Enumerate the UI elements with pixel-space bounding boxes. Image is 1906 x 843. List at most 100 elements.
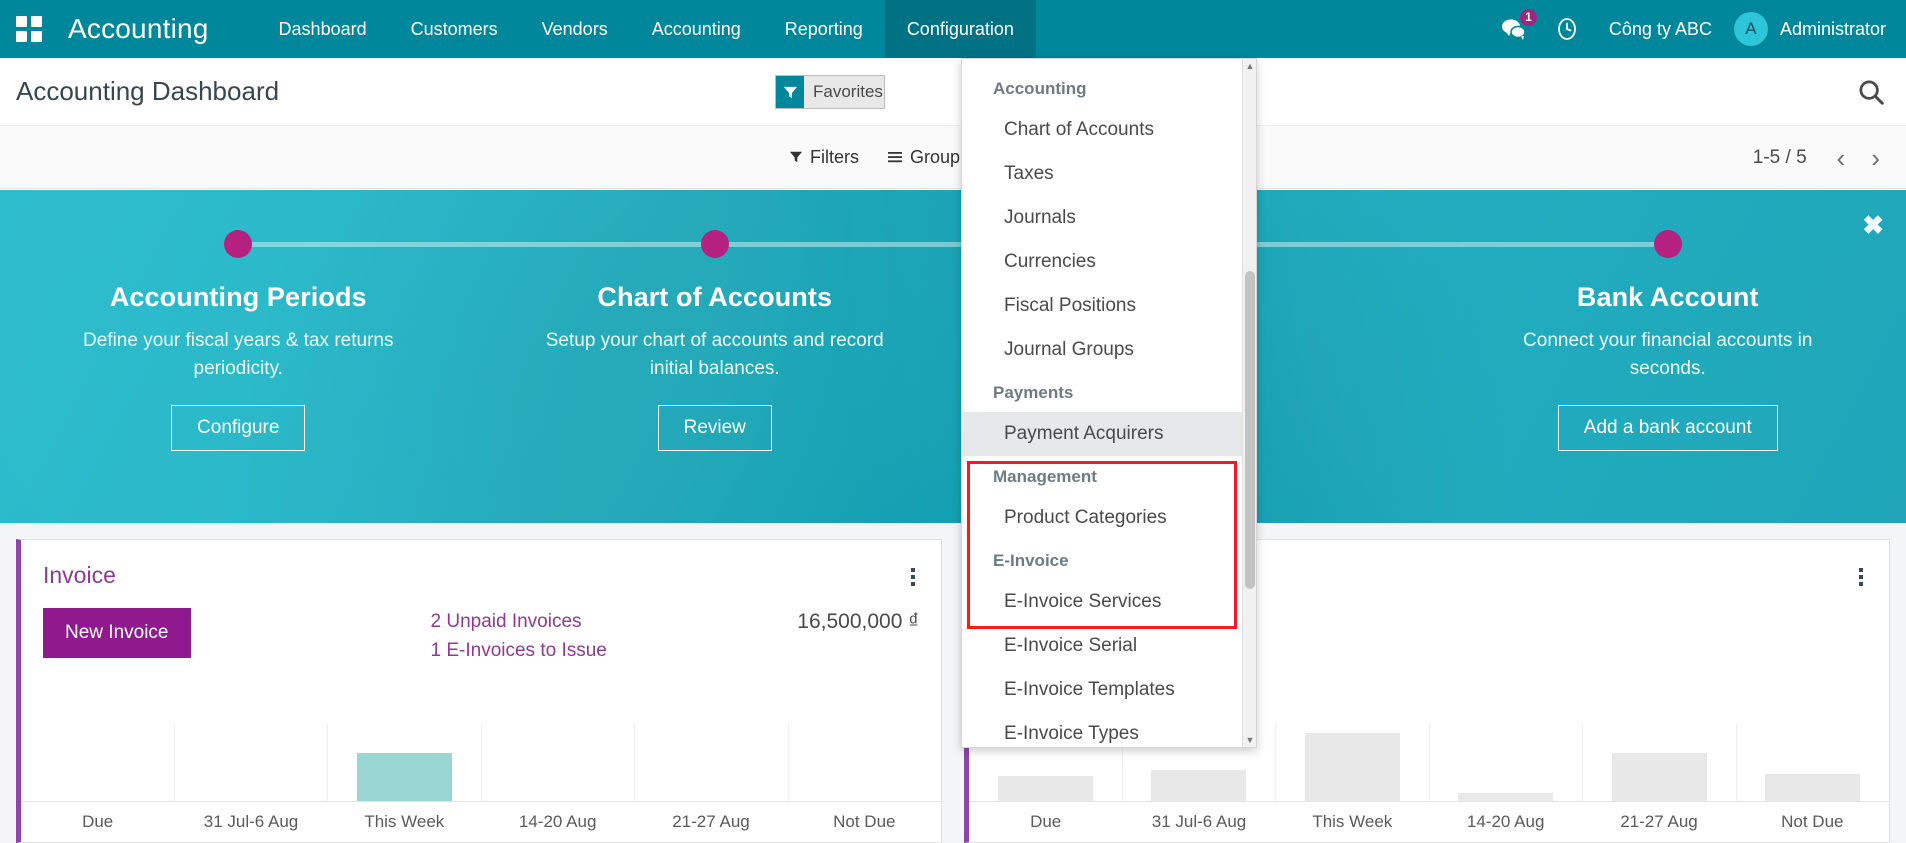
dropdown-section-header: Payments — [962, 372, 1242, 412]
dropdown-item-payment-acquirers[interactable]: Payment Acquirers — [962, 412, 1242, 456]
groupby-button[interactable]: Group — [873, 147, 974, 168]
step-connector — [238, 242, 476, 247]
card-header: Invoice — [21, 540, 941, 592]
nav-item-accounting[interactable]: Accounting — [630, 0, 763, 58]
step-dot[interactable] — [701, 230, 729, 258]
nav-item-customers[interactable]: Customers — [389, 0, 520, 58]
dashboard-cards: Invoice New Invoice 2 Unpaid Invoices 1 … — [0, 523, 1906, 843]
chevron-left-icon[interactable]: ‹ — [1827, 145, 1856, 171]
dropdown-item-e-invoice-templates[interactable]: E-Invoice Templates — [962, 668, 1242, 712]
messages-count-badge: 1 — [1520, 9, 1537, 26]
dropdown-section-header: Accounting — [962, 68, 1242, 108]
chart-column[interactable] — [327, 724, 481, 801]
search-toggle-button[interactable] — [1856, 77, 1886, 107]
triangle-down-icon[interactable]: ▼ — [1243, 733, 1257, 747]
onboarding-step-bank-account: Bank Account Connect your financial acco… — [1430, 220, 1906, 523]
stat-unpaid-invoices[interactable]: 2 Unpaid Invoices — [431, 608, 607, 637]
chart-column[interactable] — [1275, 724, 1429, 801]
hamburger-icon — [887, 150, 903, 164]
card-title[interactable]: Invoice — [43, 562, 116, 589]
activities-button[interactable] — [1541, 0, 1593, 58]
pager: 1-5 / 5 ‹ › — [1753, 126, 1890, 189]
add-bank-account-button[interactable]: Add a bank account — [1558, 405, 1778, 451]
chart-x-label: This Week — [328, 812, 481, 832]
step-dot[interactable] — [224, 230, 252, 258]
pager-counter: 1-5 / 5 — [1753, 147, 1821, 169]
dropdown-item-e-invoice-serial[interactable]: E-Invoice Serial — [962, 624, 1242, 668]
onboarding-banner: ✖ Accounting Periods Define your fiscal … — [0, 190, 1906, 523]
avatar: A — [1734, 12, 1768, 46]
onboarding-step-chart-of-accounts: Chart of Accounts Setup your chart of ac… — [477, 220, 954, 523]
dropdown-item-chart-of-accounts[interactable]: Chart of Accounts — [962, 108, 1242, 152]
main-nav: Dashboard Customers Vendors Accounting R… — [257, 0, 1036, 58]
nav-item-vendors[interactable]: Vendors — [520, 0, 630, 58]
chart-bar[interactable] — [1765, 774, 1860, 801]
dropdown-section-header: Management — [962, 456, 1242, 496]
chart-column[interactable] — [1429, 724, 1583, 801]
triangle-up-icon[interactable]: ▲ — [1243, 59, 1257, 73]
stat-einvoices-to-issue[interactable]: 1 E-Invoices to Issue — [431, 637, 607, 666]
dropdown-item-currencies[interactable]: Currencies — [962, 240, 1242, 284]
review-button[interactable]: Review — [658, 405, 772, 451]
filters-button[interactable]: Filters — [775, 147, 873, 168]
chart-x-label: Due — [969, 812, 1122, 832]
chart-column[interactable] — [1736, 724, 1890, 801]
apps-menu-button[interactable] — [0, 0, 58, 58]
chart-bar[interactable] — [998, 776, 1093, 801]
configure-button[interactable]: Configure — [171, 405, 305, 451]
search-view[interactable]: Favorites ✖ Sea — [775, 75, 885, 109]
card-total-amount: 16,500,000 ₫ — [797, 608, 919, 634]
nav-item-configuration[interactable]: Configuration — [885, 0, 1036, 58]
nav-item-reporting[interactable]: Reporting — [763, 0, 885, 58]
filter-funnel-icon — [776, 76, 804, 108]
search-dropdown-buttons: Filters Group — [775, 147, 974, 168]
chart-column[interactable] — [21, 724, 174, 801]
configuration-dropdown-menu[interactable]: AccountingChart of AccountsTaxesJournals… — [961, 58, 1257, 748]
chart-column[interactable] — [1582, 724, 1736, 801]
messages-button[interactable]: 1 — [1487, 0, 1541, 58]
card-bar-chart: Due31 Jul-6 AugThis Week14-20 Aug21-27 A… — [21, 724, 941, 842]
vertical-dots-icon[interactable] — [1855, 562, 1867, 592]
search-icon — [1856, 77, 1886, 107]
dropdown-item-journals[interactable]: Journals — [962, 196, 1242, 240]
step-description: Connect your financial accounts in secon… — [1430, 327, 1906, 382]
onboarding-step-accounting-periods: Accounting Periods Define your fiscal ye… — [0, 220, 477, 523]
dropdown-item-e-invoice-services[interactable]: E-Invoice Services — [962, 580, 1242, 624]
chart-bar[interactable] — [1305, 733, 1400, 801]
card-body: New Invoice 2 Unpaid Invoices 1 E-Invoic… — [21, 592, 941, 665]
chart-plot-area — [21, 724, 941, 802]
company-switcher[interactable]: Công ty ABC — [1593, 19, 1728, 40]
dropdown-scroll-content: AccountingChart of AccountsTaxesJournals… — [962, 59, 1242, 747]
chart-bar[interactable] — [1458, 793, 1553, 801]
journal-card-invoice: Invoice New Invoice 2 Unpaid Invoices 1 … — [16, 539, 942, 843]
chart-column[interactable] — [634, 724, 788, 801]
navbar-right-group: 1 Công ty ABC A Administrator — [1487, 0, 1906, 58]
chart-bar[interactable] — [1612, 753, 1707, 801]
dropdown-section-header: E-Invoice — [962, 540, 1242, 580]
vertical-dots-icon[interactable] — [907, 562, 919, 592]
step-title: Chart of Accounts — [477, 282, 954, 313]
dropdown-scrollbar[interactable]: ▲ ▼ — [1242, 59, 1256, 747]
nav-item-dashboard[interactable]: Dashboard — [257, 0, 389, 58]
chart-bar[interactable] — [1151, 770, 1246, 801]
dropdown-item-fiscal-positions[interactable]: Fiscal Positions — [962, 284, 1242, 328]
chart-column[interactable] — [481, 724, 635, 801]
onboarding-steps: Accounting Periods Define your fiscal ye… — [0, 190, 1906, 523]
chart-column[interactable] — [174, 724, 328, 801]
search-facet-favorites[interactable]: Favorites ✖ — [776, 76, 885, 108]
chart-bar[interactable] — [357, 753, 452, 801]
chart-x-axis-labels: Due31 Jul-6 AugThis Week14-20 Aug21-27 A… — [969, 802, 1889, 832]
clock-icon — [1555, 17, 1579, 41]
chevron-right-icon[interactable]: › — [1861, 145, 1890, 171]
step-dot[interactable] — [1654, 230, 1682, 258]
chart-column[interactable] — [788, 724, 942, 801]
dropdown-item-e-invoice-types[interactable]: E-Invoice Types — [962, 712, 1242, 748]
dropdown-item-journal-groups[interactable]: Journal Groups — [962, 328, 1242, 372]
scrollbar-thumb[interactable] — [1245, 271, 1255, 589]
user-menu-button[interactable]: A Administrator — [1728, 12, 1886, 46]
dropdown-item-taxes[interactable]: Taxes — [962, 152, 1242, 196]
chart-x-label: 14-20 Aug — [481, 812, 634, 832]
chart-x-label: 31 Jul-6 Aug — [174, 812, 327, 832]
new-invoice-button[interactable]: New Invoice — [43, 608, 191, 658]
dropdown-item-product-categories[interactable]: Product Categories — [962, 496, 1242, 540]
